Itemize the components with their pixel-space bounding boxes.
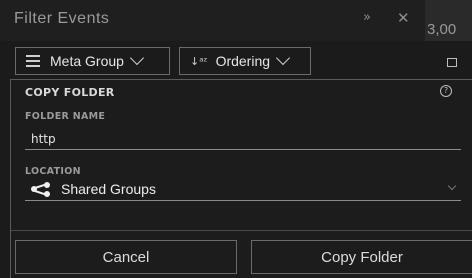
meta-group-label: Meta Group — [50, 53, 124, 69]
folder-name-label: FOLDER NAME — [25, 111, 106, 122]
chevron-down-icon — [129, 50, 145, 66]
share-icon — [31, 181, 51, 197]
close-icon[interactable]: ✕ — [397, 9, 410, 27]
filter-toolbar: Meta Group ↓ᵃᶻ Ordering — [0, 41, 472, 80]
folder-name-field[interactable] — [25, 128, 461, 150]
ordering-dropdown[interactable]: ↓ᵃᶻ Ordering — [179, 47, 311, 75]
copy-folder-dialog: COPY FOLDER ? FOLDER NAME LOCATION Share… — [10, 79, 472, 278]
expand-icon[interactable]: » — [363, 10, 371, 25]
location-label: LOCATION — [25, 166, 81, 177]
location-value: Shared Groups — [61, 180, 156, 197]
cancel-button[interactable]: Cancel — [15, 240, 237, 274]
window-titlebar: Filter Events » ✕ — [0, 0, 472, 41]
chevron-down-icon — [275, 50, 291, 66]
chevron-down-icon — [447, 181, 457, 191]
ordering-label: Ordering — [215, 53, 271, 69]
meta-group-dropdown[interactable]: Meta Group — [15, 47, 170, 75]
menu-icon — [26, 55, 42, 67]
divider — [11, 230, 472, 231]
background-panel: 3,00 — [425, 0, 472, 41]
dialog-header: COPY FOLDER ? — [11, 80, 472, 104]
help-icon[interactable]: ? — [440, 85, 452, 97]
sort-icon: ↓ᵃᶻ — [190, 54, 208, 68]
dialog-title: COPY FOLDER — [25, 86, 115, 99]
location-select[interactable]: Shared Groups — [25, 177, 461, 201]
clipped-value: 3,00 — [427, 21, 457, 38]
window-title: Filter Events — [14, 10, 110, 27]
maximize-icon[interactable] — [447, 58, 457, 67]
copy-folder-button[interactable]: Copy Folder — [251, 240, 472, 274]
